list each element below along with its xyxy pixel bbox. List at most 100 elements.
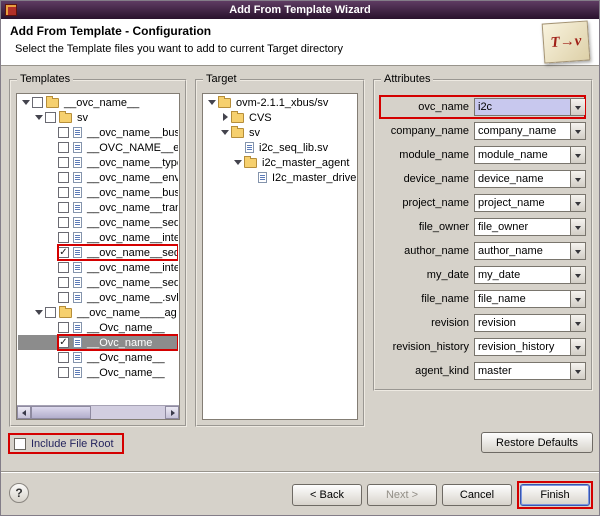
expander-open-icon[interactable] [207,97,217,108]
tree-row[interactable]: __ovc_name__.svh [18,290,178,305]
combo-value[interactable]: file_owner [475,219,570,235]
expander-open-icon[interactable] [21,97,31,108]
expander-closed-icon[interactable] [220,112,230,123]
tree-row[interactable]: __Ovc_name__ [18,350,178,365]
indent-spacer [47,232,57,243]
tree-row[interactable]: i2c_master_agent [204,155,356,170]
horizontal-scrollbar[interactable] [17,405,179,419]
back-button[interactable]: < Back [292,484,362,506]
tree-row-content: CVS [231,110,356,125]
cancel-button[interactable]: Cancel [442,484,512,506]
templates-tree[interactable]: __ovc_name__sv__ovc_name__bus___OVC_NAME… [16,93,180,420]
restore-defaults-button[interactable]: Restore Defaults [481,432,593,453]
tree-checkbox[interactable] [58,292,69,303]
combo-dropdown-icon[interactable] [570,243,585,259]
tree-checkbox[interactable] [58,322,69,333]
combo-value[interactable]: device_name [475,171,570,187]
tree-checkbox[interactable] [32,97,43,108]
tree-checkbox[interactable] [58,187,69,198]
tree-row[interactable]: sv [18,110,178,125]
attribute-label: revision [379,317,469,329]
expander-open-icon[interactable] [34,112,44,123]
tree-checkbox[interactable] [58,172,69,183]
combo-dropdown-icon[interactable] [570,99,585,115]
include-file-root[interactable]: Include File Root [8,433,124,454]
combo-dropdown-icon[interactable] [570,171,585,187]
combo-value[interactable]: revision_history [475,339,570,355]
expander-open-icon[interactable] [220,127,230,138]
tree-row[interactable]: ✓__ovc_name__seq_ [18,245,178,260]
tree-row[interactable]: I2c_master_driver.sv [204,170,356,185]
combo-value[interactable]: module_name [475,147,570,163]
expander-open-icon[interactable] [233,157,243,168]
scroll-right-arrow-icon[interactable] [165,406,179,419]
tree-checkbox[interactable] [58,217,69,228]
tree-row[interactable]: __ovc_name__tran [18,200,178,215]
attribute-label: file_name [379,293,469,305]
combo-value[interactable]: my_date [475,267,570,283]
tree-row[interactable]: __ovc_name__sequ [18,275,178,290]
tree-row-content: ✓__Ovc_name [58,335,178,350]
attribute-label: author_name [379,245,469,257]
tree-checkbox[interactable]: ✓ [58,337,69,348]
tree-row[interactable]: __ovc_name__sequ [18,215,178,230]
tree-checkbox[interactable] [58,262,69,273]
tree-row[interactable]: __ovc_name__env_ [18,170,178,185]
tree-checkbox[interactable] [58,232,69,243]
combo-value[interactable]: author_name [475,243,570,259]
tree-row[interactable]: __ovc_name__bus_ [18,185,178,200]
tree-item-label: __Ovc_name__ [85,352,167,364]
next-button[interactable]: Next > [367,484,437,506]
tree-checkbox[interactable] [45,112,56,123]
tree-row[interactable]: __ovc_name__bus_ [18,125,178,140]
tree-row[interactable]: __Ovc_name__ [18,320,178,335]
combo-dropdown-icon[interactable] [570,267,585,283]
include-file-root-checkbox[interactable] [14,438,26,450]
combo-value[interactable]: project_name [475,195,570,211]
tree-checkbox[interactable]: ✓ [58,247,69,258]
tree-checkbox[interactable] [58,157,69,168]
finish-button[interactable]: Finish [520,484,590,506]
tree-row[interactable]: __Ovc_name__ [18,365,178,380]
combo-dropdown-icon[interactable] [570,147,585,163]
tree-checkbox[interactable] [58,202,69,213]
titlebar[interactable]: Add From Template Wizard [1,1,599,19]
combo-dropdown-icon[interactable] [570,315,585,331]
tree-row[interactable]: ovm-2.1.1_xbus/sv [204,95,356,110]
tree-row[interactable]: CVS [204,110,356,125]
help-button[interactable]: ? [9,483,29,503]
combo-dropdown-icon[interactable] [570,339,585,355]
scrollbar-thumb[interactable] [31,406,91,419]
tree-checkbox[interactable] [45,307,56,318]
tree-row[interactable]: i2c_seq_lib.sv [204,140,356,155]
combo-value[interactable]: i2c [475,99,570,115]
combo-dropdown-icon[interactable] [570,219,585,235]
tree-row[interactable]: sv [204,125,356,140]
file-icon [73,202,82,213]
tree-checkbox[interactable] [58,277,69,288]
combo-dropdown-icon[interactable] [570,363,585,379]
combo-dropdown-icon[interactable] [570,123,585,139]
combo-value[interactable]: file_name [475,291,570,307]
tree-row[interactable]: __ovc_name__inter [18,260,178,275]
target-tree[interactable]: ovm-2.1.1_xbus/svCVSsvi2c_seq_lib.svi2c_… [202,93,358,420]
tree-checkbox[interactable] [58,142,69,153]
expander-open-icon[interactable] [34,307,44,318]
scrollbar-track[interactable] [31,406,165,419]
tree-row[interactable]: __ovc_name__ [18,95,178,110]
tree-row[interactable]: ✓__Ovc_name [18,335,178,350]
combo-dropdown-icon[interactable] [570,291,585,307]
target-group: Target ovm-2.1.1_xbus/svCVSsvi2c_seq_lib… [195,79,365,427]
tree-checkbox[interactable] [58,127,69,138]
combo-value[interactable]: revision [475,315,570,331]
tree-row[interactable]: __ovc_name____ag [18,305,178,320]
tree-checkbox[interactable] [58,367,69,378]
combo-value[interactable]: company_name [475,123,570,139]
combo-value[interactable]: master [475,363,570,379]
combo-dropdown-icon[interactable] [570,195,585,211]
tree-row[interactable]: __OVC_NAME__env [18,140,178,155]
tree-row[interactable]: __ovc_name__inter [18,230,178,245]
tree-row[interactable]: __ovc_name__type [18,155,178,170]
tree-checkbox[interactable] [58,352,69,363]
scroll-left-arrow-icon[interactable] [17,406,31,419]
